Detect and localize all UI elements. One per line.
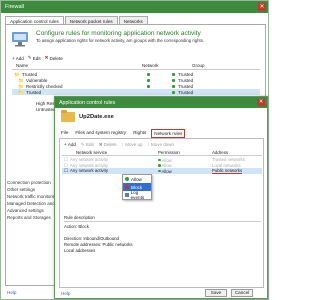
delete-button[interactable]: ✖ Delete [45,55,63,61]
col-network[interactable]: Network [142,63,159,68]
checkbox[interactable]: ☐ [64,168,68,174]
app-header: Up2Date.exe [61,110,114,122]
help-link[interactable]: Help [61,291,70,296]
pencil-icon: ✎ [27,55,32,60]
dialog-title: Application control rules [55,97,267,108]
network-monitor-icon [12,32,28,47]
edit-button[interactable]: ✎ Edit [81,142,94,148]
folder-icon: 📁 [18,89,24,95]
col-permission[interactable]: Permission [158,150,180,155]
close-icon[interactable]: ✕ [258,3,266,11]
allow-icon [158,164,161,167]
add-button[interactable]: + Add [64,142,76,148]
allow-icon [158,169,161,173]
col-address[interactable]: Address [212,150,228,155]
check-icon [147,84,150,89]
network-rules-toolbar: + Add ✎ Edit ✖ Delete ↑ Move up ↓ Move d… [64,142,174,148]
check-icon [172,78,175,83]
rule-description-heading: Rule description [64,215,261,222]
tab-file[interactable]: File [59,129,70,138]
allow-icon [158,158,161,162]
cross-icon: ✖ [44,55,49,60]
move-up-button[interactable]: ↑ Move up [122,142,143,148]
network-rules-header: Network service Permission Address [62,150,262,156]
delete-button[interactable]: ✖ Delete [99,142,117,148]
firewall-header: Configure rules for monitoring applicati… [36,30,204,43]
tab-rights[interactable]: Rights [131,129,148,138]
menu-item-log-events[interactable]: Log events [123,190,151,200]
application-control-rules-dialog: Application control rules ✕ Up2Date.exe … [54,96,268,299]
col-network-service[interactable]: Network service [76,150,107,155]
app-name: Up2Date.exe [79,114,114,120]
col-group[interactable]: Group [192,63,205,68]
rule-description: Rule description Action: Block Direction… [64,215,261,254]
check-icon [172,84,175,89]
table-row[interactable]: 📁 Trusted Trusted [12,89,260,95]
check-icon [172,90,175,95]
rule-description-line: Local addresses [64,248,96,253]
log-icon [125,193,129,197]
dialog-tabs: File Files and system registry Rights Ne… [59,129,186,138]
permission-cell: Allow [158,168,172,174]
menu-item-allow[interactable]: Allow [123,175,151,183]
check-icon [172,72,175,77]
folder-icon [61,110,75,122]
list-item[interactable]: Untrusted [36,107,56,112]
save-button[interactable]: Save [205,289,227,297]
edit-button[interactable]: ✎ Edit [28,55,41,61]
move-down-button[interactable]: ↓ Move down [148,142,175,148]
allow-icon [125,177,129,181]
check-icon [147,72,150,77]
tab-files-and-registry[interactable]: Files and system registry [73,129,128,138]
address-cell: Public networks [212,168,243,175]
plus-icon: + [12,55,15,61]
network-rules-panel: + Add ✎ Edit ✖ Delete ↑ Move up ↓ Move d… [59,138,264,288]
block-icon [125,185,129,189]
rules-table-header: Name Network Group [12,63,260,70]
help-link[interactable]: Help [7,290,16,295]
page-title: Configure rules for monitoring applicati… [36,30,201,37]
table-row[interactable]: ☐ Any network activity Allow Public netw… [62,168,262,175]
col-name[interactable]: Name [16,63,28,68]
check-icon [147,78,150,83]
firewall-title: Firewall [1,1,268,13]
network-rules-table: ☐ Any network activity Allow Trusted net… [62,157,262,175]
firewall-toolbar: + Add ✎ Edit ✖ Delete [12,55,63,61]
page-subtitle: To assign application rights for network… [36,38,205,43]
close-icon[interactable]: ✕ [257,99,265,106]
cancel-button[interactable]: Cancel [231,289,253,297]
permission-context-menu: Allow Block Log events [122,174,152,200]
tab-network-rules[interactable]: Network rules [151,129,186,138]
rules-table: 📁 Trusted Trusted 📁 Vulnerable Trusted 📁… [12,71,260,95]
add-button[interactable]: + Add [12,55,24,61]
